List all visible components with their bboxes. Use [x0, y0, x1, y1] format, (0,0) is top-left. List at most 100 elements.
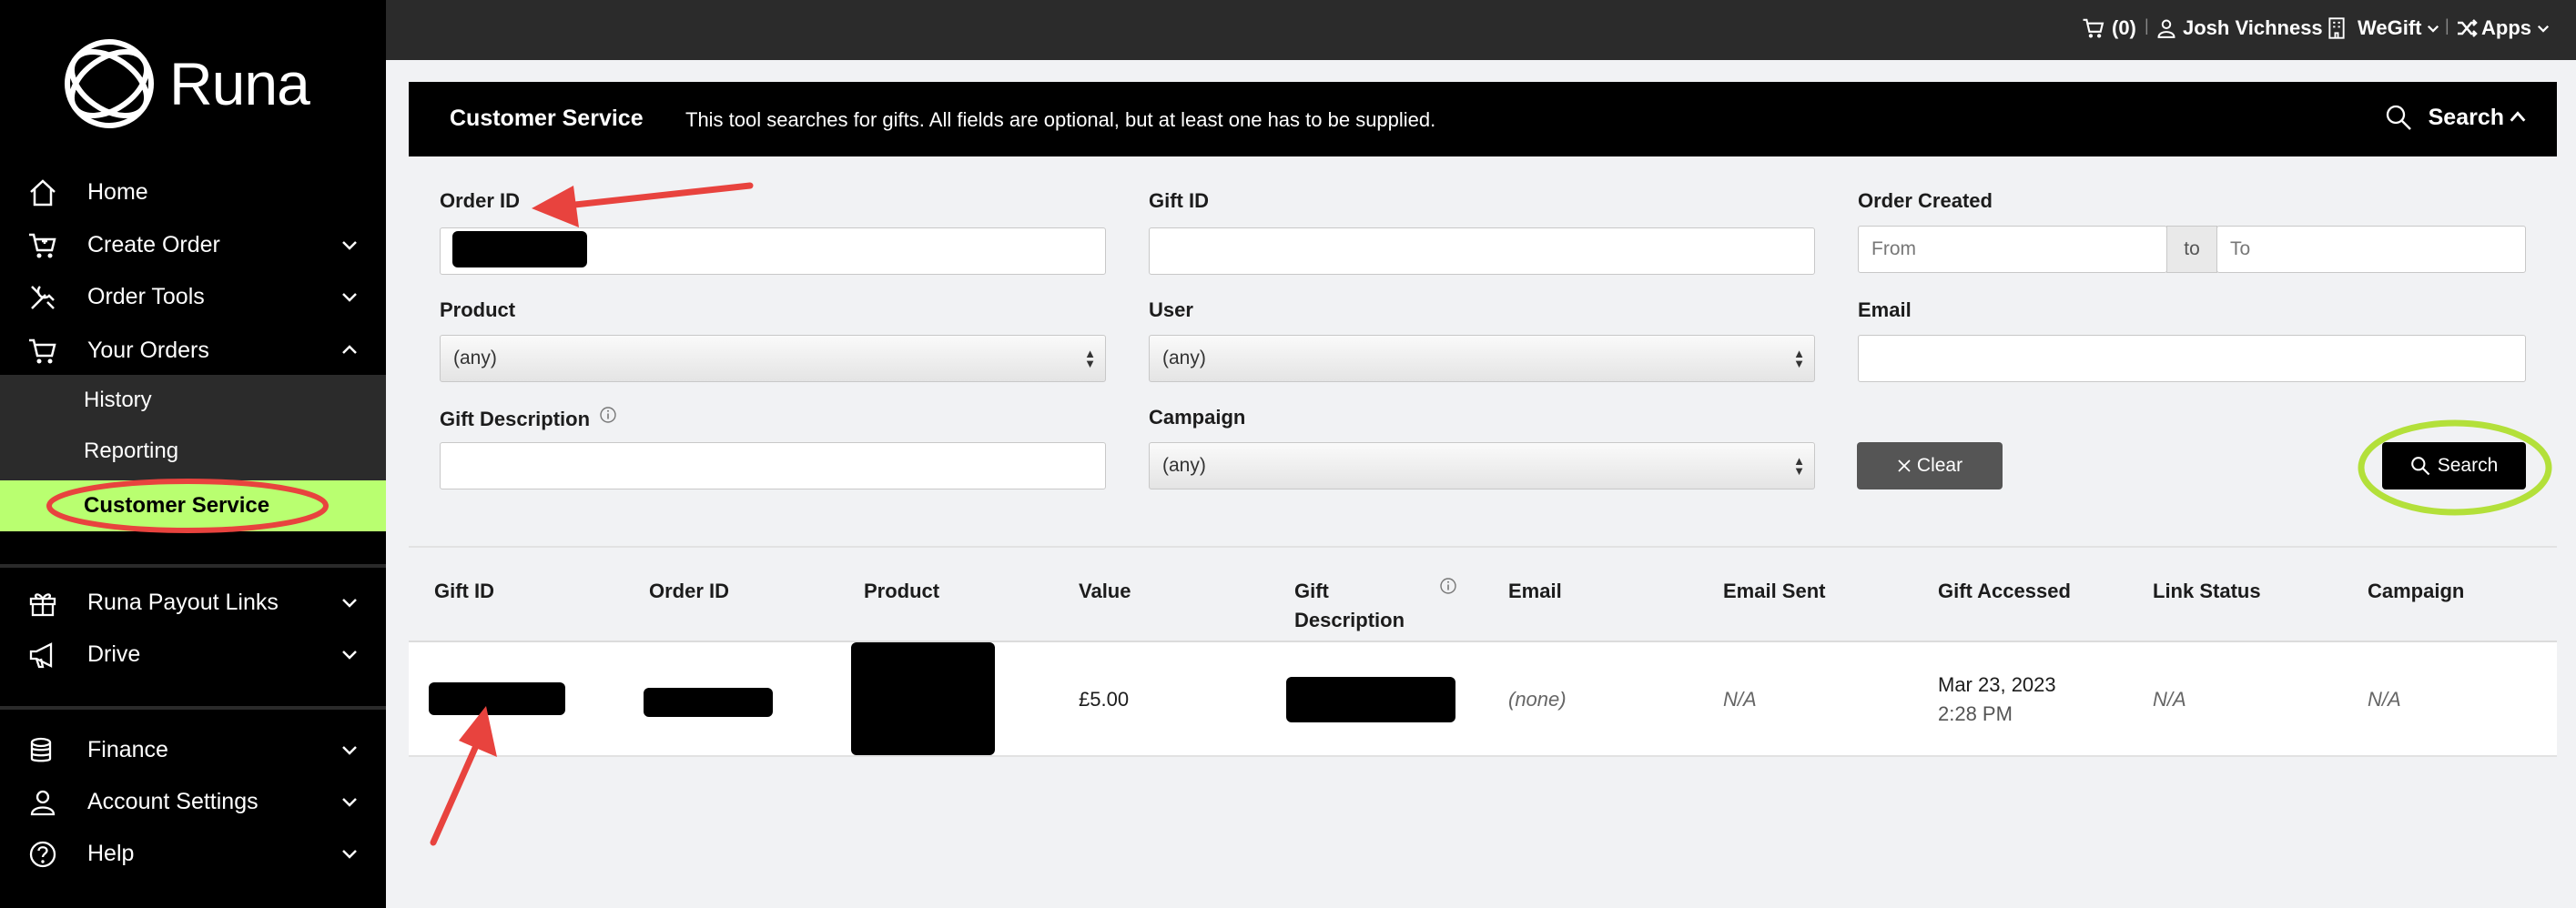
sidebar-subitem-label: Customer Service	[84, 493, 270, 518]
user-icon	[30, 790, 56, 816]
column-header-line: Description	[1294, 609, 1405, 631]
chevron-down-icon	[342, 746, 357, 755]
runa-logo-icon	[65, 39, 154, 128]
sidebar-divider	[0, 706, 386, 710]
org-menu[interactable]: WeGift	[2327, 16, 2441, 40]
cell-email-sent: N/A	[1723, 688, 1757, 711]
email-input[interactable]	[1858, 335, 2526, 382]
search-button-label: Search	[2437, 455, 2499, 476]
tools-icon	[31, 286, 55, 309]
redacted-gift-id	[429, 682, 565, 715]
separator: |	[2445, 16, 2449, 35]
search-icon	[2386, 105, 2411, 130]
campaign-select-value: (any)	[1162, 455, 1206, 476]
gift-description-label-text: Gift Description	[440, 408, 591, 430]
column-header-product[interactable]: Product	[864, 577, 939, 606]
column-header-email[interactable]: Email	[1508, 577, 1562, 606]
order-created-from-input[interactable]	[1858, 226, 2167, 273]
sidebar-item-label: Finance	[87, 736, 168, 762]
chevron-down-icon	[342, 651, 357, 660]
select-arrows-icon: ▲ ▼	[1084, 347, 1096, 370]
org-name: WeGift	[2358, 16, 2422, 39]
panel-title: Customer Service	[450, 106, 644, 131]
user-name: Josh Vichness	[2183, 16, 2323, 39]
brand-name: Runa	[169, 50, 310, 117]
search-button[interactable]: Search	[2382, 442, 2526, 489]
chevron-down-icon	[342, 241, 357, 250]
sidebar-item-drive[interactable]: Drive	[0, 629, 386, 680]
sidebar-subitem-history[interactable]: History	[0, 375, 386, 426]
info-icon[interactable]	[599, 406, 617, 424]
clear-button[interactable]: Clear	[1857, 442, 2003, 489]
shuffle-icon	[2458, 19, 2478, 37]
panel-header: Customer Service This tool searches for …	[409, 82, 2557, 156]
user-select[interactable]: (any) ▲ ▼	[1149, 335, 1815, 382]
order-created-label: Order Created	[1858, 189, 1993, 212]
chevron-down-icon	[342, 850, 357, 859]
sidebar-item-finance[interactable]: Finance	[0, 724, 386, 775]
cell-link-status: N/A	[2153, 688, 2186, 711]
apps-menu[interactable]: Apps	[2456, 16, 2551, 40]
column-header-link-status[interactable]: Link Status	[2153, 577, 2261, 606]
sidebar-item-label: Drive	[87, 641, 141, 667]
redacted-value	[452, 231, 587, 267]
cart-count: (0)	[2112, 16, 2136, 39]
user-select-value: (any)	[1162, 348, 1206, 368]
sidebar-item-order-tools[interactable]: Order Tools	[0, 271, 386, 322]
column-header-gift-id[interactable]: Gift ID	[434, 577, 494, 606]
clear-button-label: Clear	[1916, 455, 1963, 476]
campaign-select[interactable]: (any) ▲ ▼	[1149, 442, 1815, 489]
coins-icon	[30, 737, 52, 762]
chevron-down-icon	[342, 599, 357, 608]
sidebar-item-home[interactable]: Home	[0, 166, 386, 217]
sidebar-item-account-settings[interactable]: Account Settings	[0, 776, 386, 827]
gift-description-input[interactable]	[440, 442, 1106, 489]
product-select[interactable]: (any) ▲ ▼	[440, 335, 1106, 382]
cell-value: £5.00	[1079, 688, 1130, 711]
column-header-line: Gift	[1294, 580, 1329, 602]
column-header-gift-accessed[interactable]: Gift Accessed	[1938, 577, 2071, 606]
cell-gift-accessed-date: Mar 23, 2023	[1938, 673, 2056, 696]
close-icon	[1898, 459, 1911, 472]
customer-service-panel: Customer Service This tool searches for …	[409, 82, 2557, 757]
order-id-label: Order ID	[440, 189, 521, 212]
table-row[interactable]: £5.00 (none) N/A Mar 23, 2023 2:28 PM N/…	[409, 642, 2557, 757]
sidebar-item-your-orders[interactable]: Your Orders	[0, 325, 386, 376]
redacted-order-id	[644, 688, 773, 717]
sidebar-item-help[interactable]: Help	[0, 828, 386, 879]
info-icon[interactable]	[1439, 577, 1457, 595]
user-label: User	[1149, 298, 1193, 321]
sidebar-item-label: Runa Payout Links	[87, 589, 279, 615]
runa-logo[interactable]: Runa	[62, 36, 310, 131]
sidebar-item-runa-payout-links[interactable]: Runa Payout Links	[0, 577, 386, 628]
cart-icon	[2083, 18, 2104, 38]
column-header-gift-description[interactable]: Gift Description	[1294, 577, 1405, 635]
megaphone-icon	[29, 642, 53, 669]
column-header-email-sent[interactable]: Email Sent	[1723, 577, 1825, 606]
redacted-product-image	[851, 642, 995, 755]
column-header-campaign[interactable]: Campaign	[2368, 577, 2464, 606]
panel-description: This tool searches for gifts. All fields…	[685, 108, 1436, 131]
user-menu[interactable]: Josh Vichness	[2155, 16, 2323, 40]
cell-email: (none)	[1508, 688, 1567, 711]
order-created-to-input[interactable]	[2216, 226, 2526, 273]
search-toggle[interactable]: Search	[2385, 104, 2528, 131]
cart-link[interactable]: (0)	[2081, 16, 2136, 40]
column-header-order-id[interactable]: Order ID	[649, 577, 729, 606]
sidebar-subitem-reporting[interactable]: Reporting	[0, 426, 386, 477]
cart-plus-icon	[29, 233, 56, 258]
gift-icon	[29, 593, 56, 617]
sidebar: Runa Home Create Order Order Tools Your …	[0, 0, 386, 908]
gift-id-input[interactable]	[1149, 227, 1815, 275]
column-header-value[interactable]: Value	[1079, 577, 1131, 606]
cell-campaign: N/A	[2368, 688, 2401, 711]
sidebar-subitem-customer-service[interactable]: Customer Service	[0, 480, 386, 531]
table-header: Gift ID Order ID Product Value Gift Desc…	[409, 546, 2557, 642]
chevron-down-icon	[2428, 25, 2439, 33]
sidebar-item-create-order[interactable]: Create Order	[0, 219, 386, 270]
sidebar-item-label: Create Order	[87, 231, 220, 257]
sidebar-item-label: Account Settings	[87, 788, 259, 814]
chevron-down-icon	[342, 798, 357, 807]
gift-description-label: Gift Description	[440, 406, 617, 431]
campaign-label: Campaign	[1149, 406, 1246, 429]
